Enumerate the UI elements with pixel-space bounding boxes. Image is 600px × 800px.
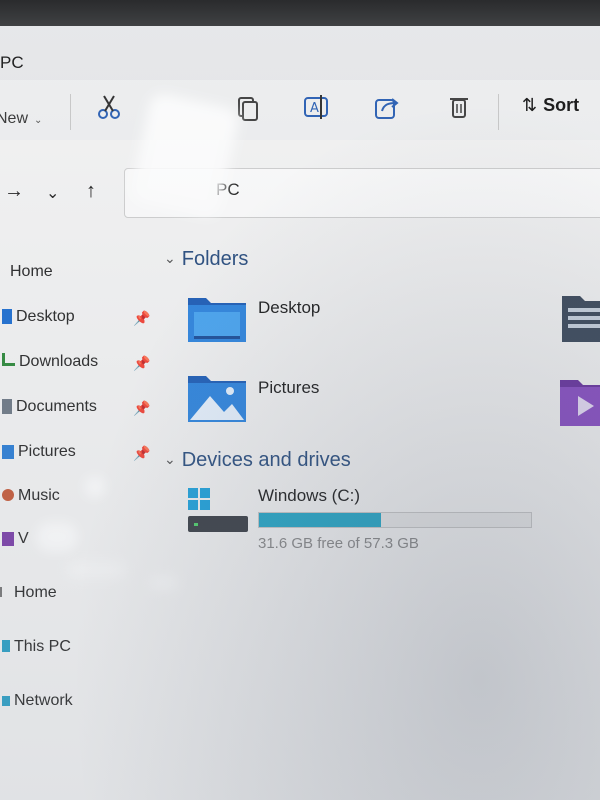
sort-arrows-icon: ⇅ <box>522 95 538 115</box>
devices-section-header[interactable]: ⌄ Devices and drives <box>164 449 351 472</box>
screen-glare <box>150 576 178 590</box>
drive-free-space: 31.6 GB free of 57.3 GB <box>258 535 419 552</box>
title-bar <box>0 26 600 86</box>
screen-glare <box>36 522 78 552</box>
chevron-down-icon: ⌄ <box>34 115 43 126</box>
videos-icon <box>2 532 14 546</box>
sidebar-item-label: V <box>18 530 29 547</box>
sidebar-item-label: Desktop <box>16 308 75 325</box>
sidebar-item-this-pc[interactable]: This PC <box>0 638 71 656</box>
drive-usage-fill <box>259 513 382 527</box>
section-title: Folders <box>181 248 249 270</box>
folder-label: Desktop <box>258 298 321 317</box>
home-icon <box>0 587 10 597</box>
screen-glare <box>66 562 126 578</box>
pc-icon <box>2 640 10 652</box>
sidebar-item-label: Pictures <box>18 443 76 460</box>
documents-icon <box>2 399 12 414</box>
section-title: Devices and drives <box>181 449 351 471</box>
sidebar-item-label: Network <box>14 692 73 709</box>
sidebar-item-label: Home <box>10 263 53 280</box>
recent-locations-button[interactable]: ⌄ <box>46 183 59 203</box>
sidebar-item-home-2[interactable]: Home <box>0 584 57 602</box>
forward-button[interactable]: → <box>4 180 24 203</box>
home-icon <box>2 263 6 279</box>
network-icon <box>2 696 10 706</box>
desktop-folder-icon[interactable] <box>186 292 248 344</box>
screen-glare <box>84 476 106 498</box>
download-icon <box>2 353 15 366</box>
windows-drive-icon <box>188 488 248 532</box>
sidebar-item-desktop[interactable]: Desktop <box>0 308 75 326</box>
desktop-folder-icon <box>2 309 12 324</box>
pin-icon: 📌 <box>133 445 151 461</box>
pictures-icon <box>2 445 14 459</box>
drive-label: Windows (C:) <box>258 486 361 505</box>
svg-text:A: A <box>310 101 319 116</box>
toolbar-divider <box>70 94 71 130</box>
monitor-bezel <box>0 0 600 26</box>
rename-icon[interactable]: A <box>302 92 332 122</box>
window-title: PC <box>0 53 24 72</box>
sidebar-item-home[interactable]: Home <box>2 263 53 281</box>
pictures-folder-icon[interactable] <box>186 372 248 424</box>
sidebar-item-network[interactable]: Network <box>0 692 73 710</box>
sidebar-item-music[interactable]: Music <box>0 487 60 505</box>
sidebar-item-label: This PC <box>14 638 71 655</box>
folders-section-header[interactable]: ⌄ Folders <box>164 248 248 271</box>
up-button[interactable]: ↑ <box>86 180 96 203</box>
delete-icon[interactable] <box>444 92 474 122</box>
new-label: New <box>0 110 29 127</box>
chevron-down-icon: ⌄ <box>164 250 176 266</box>
music-icon <box>2 489 14 501</box>
pin-icon: 📌 <box>133 355 151 371</box>
sidebar-item-label: Documents <box>16 398 97 415</box>
videos-folder-icon[interactable] <box>558 376 600 428</box>
toolbar-divider <box>498 94 499 130</box>
pin-icon: 📌 <box>133 310 151 326</box>
drive-usage-bar <box>258 512 532 528</box>
share-icon[interactable] <box>372 92 402 122</box>
command-bar <box>0 80 600 140</box>
sidebar-item-label: Downloads <box>19 353 99 370</box>
pin-icon: 📌 <box>133 400 151 416</box>
documents-folder-icon[interactable] <box>560 292 600 344</box>
sidebar-item-downloads[interactable]: Downloads <box>0 353 98 371</box>
sidebar-item-videos[interactable]: V <box>0 530 29 548</box>
chevron-down-icon: ⌄ <box>164 451 176 467</box>
sidebar-item-label: Music <box>18 487 60 504</box>
new-button[interactable]: New ⌄ <box>0 110 42 128</box>
sidebar-item-documents[interactable]: Documents <box>0 398 97 416</box>
sort-label: Sort <box>543 95 580 115</box>
explorer-window: PC New ⌄ A ⇅ Sort → ⌄ ↑ PC Home Desktop … <box>0 0 600 800</box>
sort-button[interactable]: ⇅ Sort <box>522 95 579 116</box>
cut-icon[interactable] <box>94 92 124 122</box>
folder-label: Pictures <box>258 378 320 397</box>
sidebar-item-label: Home <box>14 584 57 601</box>
sidebar-item-pictures[interactable]: Pictures <box>0 443 76 461</box>
